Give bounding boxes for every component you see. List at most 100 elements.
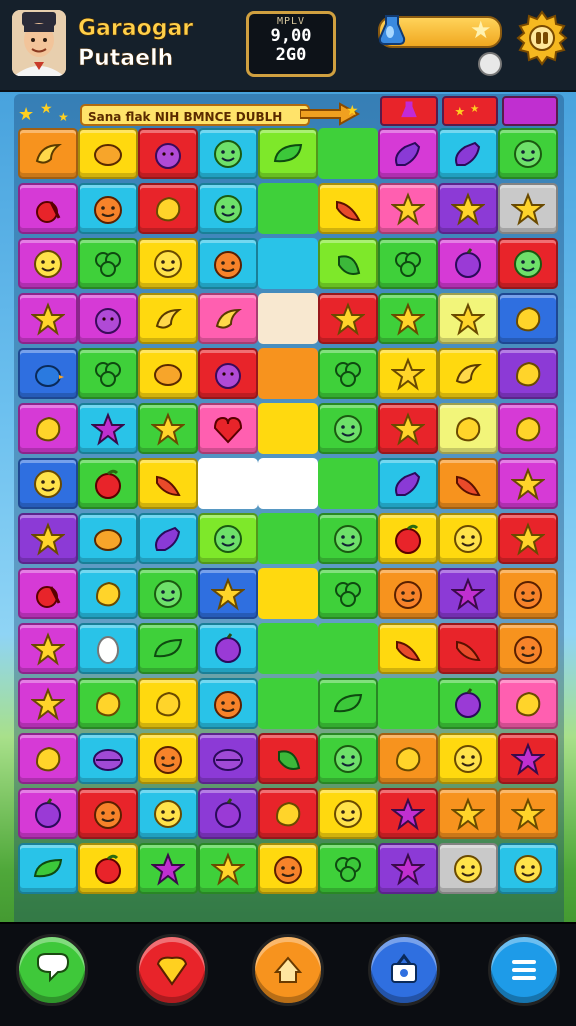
tile[interactable]	[438, 623, 498, 674]
tile[interactable]	[438, 183, 498, 234]
tile[interactable]	[138, 128, 198, 179]
tile[interactable]	[258, 678, 318, 729]
tile[interactable]	[498, 733, 558, 784]
tile[interactable]	[378, 238, 438, 289]
player-avatar[interactable]	[12, 10, 66, 76]
tile[interactable]	[198, 293, 258, 344]
tile[interactable]	[18, 678, 78, 729]
tile[interactable]	[378, 458, 438, 509]
tile[interactable]	[198, 513, 258, 564]
tile[interactable]	[198, 238, 258, 289]
tile[interactable]	[18, 238, 78, 289]
tile[interactable]	[198, 568, 258, 619]
tile[interactable]	[198, 843, 258, 894]
tile[interactable]	[198, 733, 258, 784]
tile[interactable]	[18, 348, 78, 399]
settings-gear-icon[interactable]	[514, 10, 570, 66]
tile[interactable]	[318, 403, 378, 454]
tile[interactable]	[318, 458, 378, 509]
tile[interactable]	[498, 788, 558, 839]
tile[interactable]	[18, 293, 78, 344]
tile[interactable]	[258, 238, 318, 289]
tile[interactable]	[18, 513, 78, 564]
tile[interactable]	[198, 183, 258, 234]
tile[interactable]	[78, 183, 138, 234]
tile[interactable]	[258, 183, 318, 234]
tile[interactable]	[318, 843, 378, 894]
tile[interactable]	[438, 843, 498, 894]
tile[interactable]	[318, 293, 378, 344]
tile[interactable]	[318, 128, 378, 179]
tile[interactable]	[498, 293, 558, 344]
tile[interactable]	[318, 623, 378, 674]
tile[interactable]	[498, 843, 558, 894]
tile[interactable]	[498, 458, 558, 509]
tile[interactable]	[438, 348, 498, 399]
tile[interactable]	[378, 568, 438, 619]
tile[interactable]	[378, 348, 438, 399]
tile[interactable]	[18, 128, 78, 179]
tile[interactable]	[318, 788, 378, 839]
tile[interactable]	[78, 843, 138, 894]
tile[interactable]	[378, 788, 438, 839]
tile[interactable]	[438, 403, 498, 454]
tile[interactable]	[78, 513, 138, 564]
tile[interactable]	[18, 733, 78, 784]
tile[interactable]	[138, 513, 198, 564]
tile[interactable]	[498, 183, 558, 234]
tile[interactable]	[378, 128, 438, 179]
tile[interactable]	[78, 238, 138, 289]
tile[interactable]	[378, 403, 438, 454]
booster-slot-stars[interactable]: ★ ★	[442, 96, 498, 126]
tile[interactable]	[318, 513, 378, 564]
booster-slot-potion[interactable]	[380, 96, 438, 126]
booster-slot-magic[interactable]	[502, 96, 558, 126]
tile[interactable]	[18, 183, 78, 234]
tile[interactable]	[378, 733, 438, 784]
tile[interactable]	[498, 568, 558, 619]
tile[interactable]	[318, 183, 378, 234]
tile[interactable]	[138, 623, 198, 674]
tile[interactable]	[438, 788, 498, 839]
tile[interactable]	[258, 788, 318, 839]
tile[interactable]	[78, 458, 138, 509]
tile[interactable]	[318, 568, 378, 619]
tile[interactable]	[258, 348, 318, 399]
tile[interactable]	[78, 623, 138, 674]
tile[interactable]	[78, 568, 138, 619]
tile[interactable]	[498, 678, 558, 729]
tile[interactable]	[138, 183, 198, 234]
tile[interactable]	[438, 458, 498, 509]
tile[interactable]	[438, 238, 498, 289]
tile[interactable]	[18, 788, 78, 839]
tile[interactable]	[378, 293, 438, 344]
tile[interactable]	[18, 623, 78, 674]
tile[interactable]	[318, 348, 378, 399]
tile[interactable]	[378, 183, 438, 234]
tile[interactable]	[198, 128, 258, 179]
tile[interactable]	[438, 128, 498, 179]
tile[interactable]	[498, 513, 558, 564]
tile[interactable]	[438, 678, 498, 729]
chat-button[interactable]	[16, 934, 88, 1006]
tile[interactable]	[18, 403, 78, 454]
shop-button[interactable]	[368, 934, 440, 1006]
tile[interactable]	[498, 403, 558, 454]
tile[interactable]	[198, 458, 258, 509]
tile[interactable]	[498, 348, 558, 399]
tile[interactable]	[78, 788, 138, 839]
tile[interactable]	[498, 238, 558, 289]
tile[interactable]	[498, 623, 558, 674]
tile[interactable]	[258, 623, 318, 674]
tile[interactable]	[138, 788, 198, 839]
tile[interactable]	[438, 733, 498, 784]
tile[interactable]	[198, 678, 258, 729]
tile[interactable]	[78, 403, 138, 454]
tile[interactable]	[258, 293, 318, 344]
tile[interactable]	[318, 238, 378, 289]
tile[interactable]	[198, 403, 258, 454]
tile[interactable]	[378, 513, 438, 564]
tile[interactable]	[138, 293, 198, 344]
home-button[interactable]	[252, 934, 324, 1006]
tile[interactable]	[78, 348, 138, 399]
